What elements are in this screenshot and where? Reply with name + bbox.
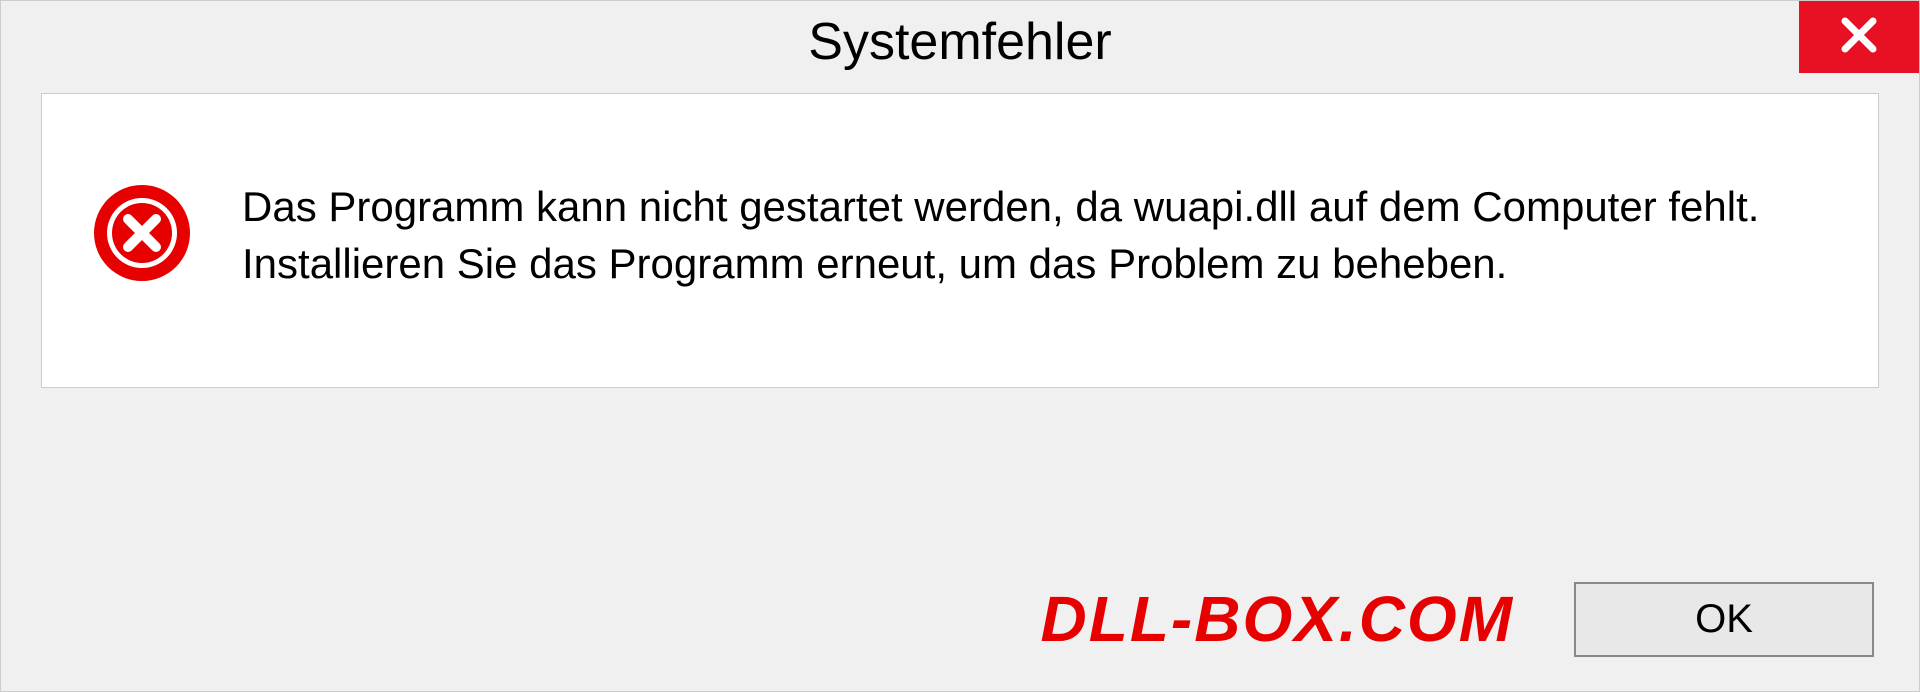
content-panel: Das Programm kann nicht gestartet werden… bbox=[41, 93, 1879, 388]
titlebar: Systemfehler bbox=[1, 1, 1919, 83]
close-icon bbox=[1838, 14, 1880, 61]
error-message: Das Programm kann nicht gestartet werden… bbox=[242, 179, 1828, 292]
dialog-title: Systemfehler bbox=[808, 12, 1111, 72]
watermark-text: DLL-BOX.COM bbox=[1041, 582, 1515, 656]
ok-button[interactable]: OK bbox=[1574, 582, 1874, 657]
footer: DLL-BOX.COM OK bbox=[1, 547, 1919, 691]
error-icon bbox=[92, 183, 192, 288]
error-dialog: Systemfehler Das Programm kann nicht ges… bbox=[0, 0, 1920, 692]
ok-button-label: OK bbox=[1695, 597, 1753, 642]
close-button[interactable] bbox=[1799, 1, 1919, 73]
